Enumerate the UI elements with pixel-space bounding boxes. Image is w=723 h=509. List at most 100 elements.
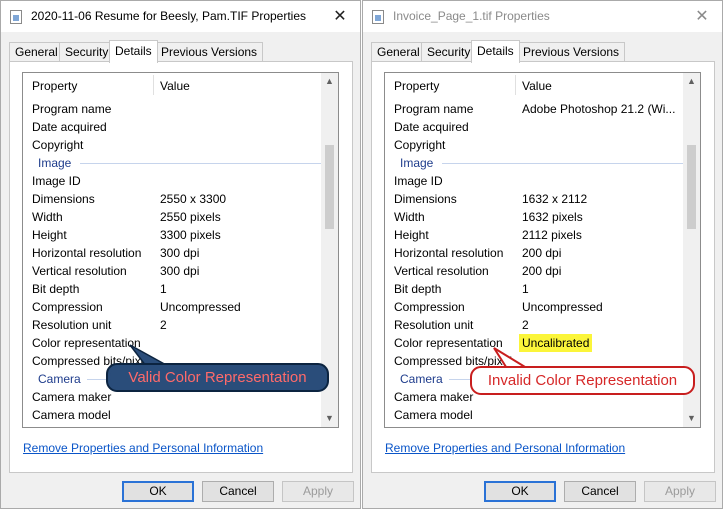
property-value: 2 — [522, 318, 529, 332]
property-row[interactable]: Image ID — [385, 172, 700, 190]
group-header[interactable]: Image — [385, 154, 700, 172]
group-label: Camera — [38, 372, 81, 386]
property-name: Resolution unit — [32, 318, 112, 332]
property-name: Height — [394, 228, 429, 242]
property-name: Horizontal resolution — [32, 246, 142, 260]
property-row[interactable]: Copyright — [23, 136, 338, 154]
tab-details[interactable]: Details — [109, 40, 158, 63]
image-file-icon — [372, 10, 384, 24]
invalid-color-representation-callout: Invalid Color Representation — [470, 366, 695, 395]
property-value: Uncompressed — [160, 300, 241, 314]
property-row[interactable]: Dimensions 1632 x 2112 — [385, 190, 700, 208]
property-name: Vertical resolution — [32, 264, 127, 278]
property-row[interactable]: Resolution unit 2 — [23, 316, 338, 334]
property-row[interactable]: Dimensions 2550 x 3300 — [23, 190, 338, 208]
property-row[interactable]: Width 2550 pixels — [23, 208, 338, 226]
properties-window-resume: 2020-11-06 Resume for Beesly, Pam.TIF Pr… — [0, 0, 361, 509]
ok-button[interactable]: OK — [484, 481, 556, 502]
cancel-button[interactable]: Cancel — [202, 481, 274, 502]
property-value: 2550 x 3300 — [160, 192, 227, 206]
property-row[interactable]: Vertical resolution 200 dpi — [385, 262, 700, 280]
property-name: Program name — [32, 102, 112, 116]
apply-button[interactable]: Apply — [282, 481, 354, 502]
property-value: 1 — [160, 282, 167, 296]
remove-properties-link[interactable]: Remove Properties and Personal Informati… — [23, 441, 263, 455]
group-divider — [442, 163, 690, 164]
property-row[interactable]: Camera model — [23, 406, 338, 424]
property-row[interactable]: Image ID — [23, 172, 338, 190]
property-name: Height — [32, 228, 67, 242]
property-name: Program name — [394, 102, 474, 116]
column-divider[interactable] — [153, 75, 154, 95]
tab-security[interactable]: Security — [421, 42, 477, 61]
list-header: Property Value — [385, 73, 700, 97]
title-bar[interactable]: 2020-11-06 Resume for Beesly, Pam.TIF Pr… — [1, 1, 360, 32]
tab-previous-versions[interactable]: Previous Versions — [155, 42, 264, 61]
group-header[interactable]: Image — [23, 154, 338, 172]
column-header-value[interactable]: Value — [522, 79, 552, 93]
tab-general[interactable]: General — [9, 42, 64, 61]
tab-previous-versions[interactable]: Previous Versions — [517, 42, 626, 61]
property-name: Color representation — [32, 336, 141, 350]
property-row[interactable]: Compression Uncompressed — [385, 298, 700, 316]
column-header-property[interactable]: Property — [32, 79, 77, 93]
scroll-thumb[interactable] — [325, 145, 334, 229]
scroll-thumb[interactable] — [687, 145, 696, 229]
details-panel: Property Value Program name Date acquired… — [9, 61, 353, 473]
property-row[interactable]: Width 1632 pixels — [385, 208, 700, 226]
scroll-down-icon[interactable]: ▼ — [683, 410, 700, 427]
property-row[interactable]: Color representation Uncalibrated — [385, 334, 700, 352]
property-value: 1 — [522, 282, 529, 296]
remove-properties-link[interactable]: Remove Properties and Personal Informati… — [385, 441, 625, 455]
valid-color-representation-callout: Valid Color Representation — [106, 363, 329, 392]
property-row[interactable]: Compression Uncompressed — [23, 298, 338, 316]
cancel-button[interactable]: Cancel — [564, 481, 636, 502]
property-row[interactable]: Height 3300 pixels — [23, 226, 338, 244]
property-row[interactable]: Height 2112 pixels — [385, 226, 700, 244]
property-row[interactable]: Date acquired — [385, 118, 700, 136]
group-label: Camera — [400, 372, 443, 386]
property-row[interactable]: Bit depth 1 — [23, 280, 338, 298]
property-name: Width — [32, 210, 63, 224]
property-row[interactable]: Vertical resolution 300 dpi — [23, 262, 338, 280]
property-value: 300 dpi — [160, 264, 200, 278]
column-header-property[interactable]: Property — [394, 79, 439, 93]
property-row[interactable]: Copyright — [385, 136, 700, 154]
property-row[interactable]: Horizontal resolution 200 dpi — [385, 244, 700, 262]
column-divider[interactable] — [515, 75, 516, 95]
property-name: Resolution unit — [394, 318, 474, 332]
tab-general[interactable]: General — [371, 42, 426, 61]
property-row[interactable]: Resolution unit 2 — [385, 316, 700, 334]
ok-button[interactable]: OK — [122, 481, 194, 502]
apply-button[interactable]: Apply — [644, 481, 716, 502]
title-bar[interactable]: Invoice_Page_1.tif Properties ✕ — [363, 1, 722, 32]
property-row[interactable]: Program name Adobe Photoshop 21.2 (Wi... — [385, 100, 700, 118]
property-name: Camera model — [394, 408, 473, 422]
scroll-down-icon[interactable]: ▼ — [321, 410, 338, 427]
property-row[interactable]: Bit depth 1 — [385, 280, 700, 298]
property-name: Date acquired — [32, 120, 107, 134]
column-header-value[interactable]: Value — [160, 79, 190, 93]
property-name: Dimensions — [394, 192, 457, 206]
property-value: 300 dpi — [160, 246, 200, 260]
scroll-up-icon[interactable]: ▲ — [321, 73, 338, 90]
property-row[interactable]: Program name — [23, 100, 338, 118]
scroll-up-icon[interactable]: ▲ — [683, 73, 700, 90]
property-value: 2112 pixels — [522, 228, 582, 242]
property-name: Compression — [32, 300, 103, 314]
property-name: Image ID — [394, 174, 443, 188]
tab-details[interactable]: Details — [471, 40, 520, 63]
property-value: Uncompressed — [522, 300, 603, 314]
property-row[interactable]: Date acquired — [23, 118, 338, 136]
tab-security[interactable]: Security — [59, 42, 115, 61]
property-row[interactable]: Color representation — [23, 334, 338, 352]
list-header: Property Value — [23, 73, 338, 97]
property-row[interactable]: Camera model — [385, 406, 700, 424]
property-value: 2550 pixels — [160, 210, 221, 224]
property-name: Horizontal resolution — [394, 246, 504, 260]
group-label: Image — [400, 156, 434, 170]
close-button[interactable]: ✕ — [682, 1, 722, 32]
property-row[interactable]: Horizontal resolution 300 dpi — [23, 244, 338, 262]
property-name: Copyright — [32, 138, 84, 152]
close-button[interactable]: ✕ — [320, 1, 360, 32]
